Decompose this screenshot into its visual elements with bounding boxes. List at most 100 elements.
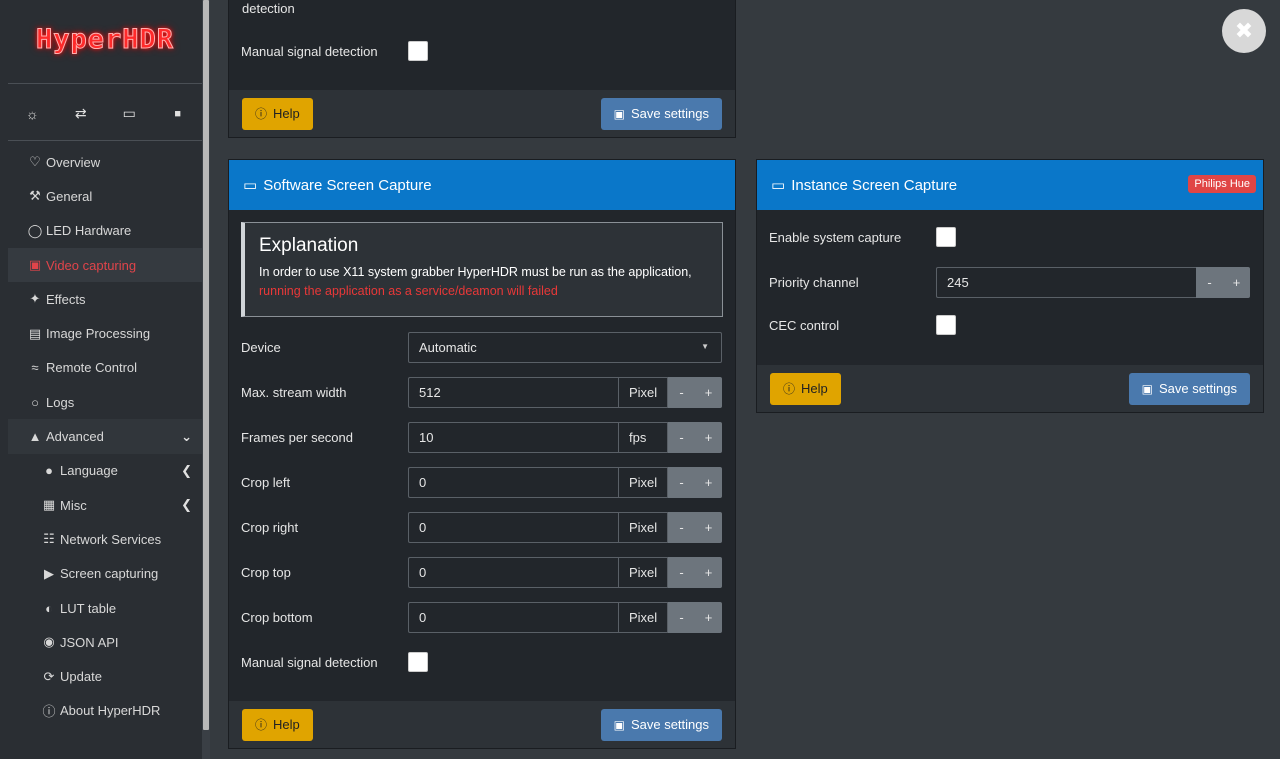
frames-per-second-input[interactable]: 10 [408,421,618,453]
sidebar-item-effects[interactable]: ✦ Effects [8,282,202,316]
partial-field-label: detection [242,1,295,16]
help-label: Help [801,381,828,396]
sidebar-item-label: Video capturing [46,257,137,273]
chevron-left-icon: ❮ [181,497,192,513]
close-icon: ✖ [1234,18,1254,43]
device-label: Device [241,339,281,355]
crop-right-stepper: 0 Pixel - + [408,511,722,543]
increment-button[interactable]: + [695,601,722,633]
camera-icon: ▣ [28,257,42,273]
max-stream-width-row: Max. stream width 512 Pixel - + [241,376,722,408]
decrement-button[interactable]: - [668,511,695,543]
panel-title: Instance Screen Capture [791,176,958,194]
manual-signal-row: Manual signal detection [241,646,722,678]
crop-top-input[interactable]: 0 [408,556,618,588]
decrement-button[interactable]: - [668,466,695,498]
caret-down-icon: ▼ [701,341,709,351]
sidebar-item-remote-control[interactable]: ≈ Remote Control [8,351,202,385]
crop-bottom-stepper: 0 Pixel - + [408,601,722,633]
sidebar-item-misc[interactable]: ▦ Misc ❮ [8,488,202,522]
priority-channel-stepper: 245 - + [936,266,1250,298]
graduation-cap-icon: ▲ [28,429,42,445]
decrement-button[interactable]: - [668,376,695,408]
help-button[interactable]: ⓘ Help [242,708,313,741]
logo-text: HyperHDR [35,24,175,56]
decrement-button[interactable]: - [668,601,695,633]
crop-left-stepper: 0 Pixel - + [408,466,722,498]
sidebar-item-led-hardware[interactable]: ◯ LED Hardware [8,214,202,248]
decrement-button[interactable]: - [668,556,695,588]
question-circle-icon: ⓘ [255,107,268,121]
sidebar-item-about[interactable]: ⓘ About HyperHDR [8,694,202,728]
explanation-text: In order to use X11 system grabber Hyper… [259,265,692,279]
sidebar-item-json-api[interactable]: ◉ JSON API [8,625,202,659]
unit-label: fps [618,421,668,453]
sidebar-item-video-capturing[interactable]: ▣ Video capturing [8,247,202,283]
save-button[interactable]: ▣ Save settings [600,97,722,130]
field-label: Crop bottom [241,609,313,625]
help-button[interactable]: ⓘ Help [242,97,313,130]
close-button[interactable]: ✖ [1222,9,1266,53]
increment-button[interactable]: + [695,556,722,588]
lock-icon[interactable]: ■ [158,108,198,120]
sidebar-item-label: Effects [46,291,86,307]
sidebar-item-screen-capturing[interactable]: ▶ Screen capturing [8,557,202,591]
crop-right-input[interactable]: 0 [408,511,618,543]
cec-control-label: CEC control [769,317,840,333]
priority-channel-input[interactable]: 245 [936,266,1196,298]
question-circle-icon: ⓘ [783,382,796,396]
sidebar-item-label: General [46,188,93,204]
max-stream-width-input[interactable]: 512 [408,376,618,408]
increment-button[interactable]: + [695,421,722,453]
crop-top-row: Crop top 0 Pixel - + [241,556,722,588]
cec-control-row: CEC control [769,309,1250,341]
increment-button[interactable]: + [695,511,722,543]
increment-button[interactable]: + [695,376,722,408]
field-label: Crop right [241,519,299,535]
sidebar-item-image-processing[interactable]: ▤ Image Processing [8,316,202,350]
instance-screen-capture-panel: ▭ Instance Screen Capture Philips Hue En… [756,159,1264,413]
sidebar-item-update[interactable]: ⟳ Update [8,659,202,693]
decrement-button[interactable]: - [1196,266,1223,298]
increment-button[interactable]: + [1223,266,1250,298]
manual-signal-label: Manual signal detection [241,43,378,59]
unit-label: Pixel [618,556,668,588]
sidebar-scrollbar-thumb[interactable] [203,0,209,730]
help-button[interactable]: ⓘ Help [770,372,841,405]
monitor-icon[interactable]: ▭ [109,105,149,122]
enable-system-capture-checkbox[interactable] [936,227,956,247]
sidebar-item-advanced[interactable]: ▲ Advanced ⌄ [8,419,202,454]
sidebar-item-overview[interactable]: ♡ Overview [8,145,202,179]
decrement-button[interactable]: - [668,421,695,453]
crop-bottom-input[interactable]: 0 [408,601,618,633]
sidebar-item-label: Overview [46,154,101,170]
podcast-icon: ◉ [43,634,55,650]
sidebar-item-logs[interactable]: ○ Logs [8,385,202,419]
save-button[interactable]: ▣ Save settings [1128,372,1250,405]
sidebar-item-lut-table[interactable]: ◐ LUT table [8,591,202,625]
save-button[interactable]: ▣ Save settings [600,708,722,741]
increment-button[interactable]: + [695,466,722,498]
manual-signal-row: Manual signal detection [241,35,722,67]
cec-control-checkbox[interactable] [936,315,956,335]
adjust-icon: ◐ [45,600,53,616]
chevron-left-icon: ❮ [181,462,192,478]
device-value: Automatic [419,339,477,355]
enable-system-capture-label: Enable system capture [769,229,902,245]
field-label: Frames per second [241,429,353,445]
sidebar-item-general[interactable]: ⚒ General [8,179,202,213]
sidebar-item-language[interactable]: ● Language ❮ [8,454,202,488]
logo[interactable]: HyperHDR [8,0,202,84]
sidebar-item-network-services[interactable]: ☷ Network Services [8,522,202,556]
manual-signal-checkbox[interactable] [408,41,428,61]
enable-system-capture-row: Enable system capture [769,221,1250,253]
priority-channel-row: Priority channel 245 - + [769,266,1250,298]
crop-left-input[interactable]: 0 [408,466,618,498]
manual-signal-checkbox[interactable] [408,652,428,672]
device-select[interactable]: Automatic ▼ [408,331,722,363]
field-label: Crop top [241,564,291,580]
image-icon: ▤ [28,325,42,341]
gear-icon[interactable]: ☼ [12,106,52,122]
swap-icon[interactable]: ⇄ [61,105,101,122]
crop-top-stepper: 0 Pixel - + [408,556,722,588]
